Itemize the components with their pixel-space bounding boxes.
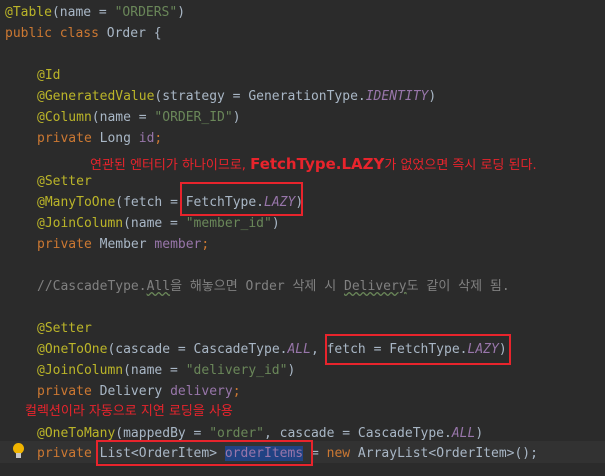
annotation-note-collection-lazy: 컬렉션이라 자동으로 지연 로딩을 사용 [25, 404, 233, 419]
code-line-delivery-field[interactable]: private Delivery delivery; [37, 381, 241, 402]
code-line-id-field[interactable]: private Long id; [37, 128, 162, 149]
lightbulb-icon[interactable] [12, 443, 25, 459]
highlight-box-fetch-lazy-1 [180, 182, 303, 216]
highlight-box-fetch-lazy-2 [325, 334, 511, 365]
code-line-2[interactable]: public class Order { [5, 23, 162, 44]
code-line-join-column-member[interactable]: @JoinColumn(name = "member_id") [37, 213, 280, 234]
annotation-table: @Table [5, 5, 52, 20]
code-line-id-annotation[interactable]: @Id [37, 65, 60, 86]
code-line-join-column-delivery[interactable]: @JoinColumn(name = "delivery_id") [37, 360, 295, 381]
annotation-note-eager-loading: 연관된 엔터티가 하나이므로, FetchType.LAZY가 없었으면 즉시 … [90, 155, 537, 173]
highlight-box-order-items [96, 440, 313, 466]
code-line-1[interactable]: @Table(name = "ORDERS") [5, 2, 185, 23]
code-line-generated-value[interactable]: @GeneratedValue(strategy = GenerationTyp… [37, 86, 436, 107]
code-line-setter-1[interactable]: @Setter [37, 171, 92, 192]
code-line-column[interactable]: @Column(name = "ORDER_ID") [37, 107, 241, 128]
class-name: Order { [106, 26, 162, 41]
code-line-comment[interactable]: //CascadeType.All을 해놓으면 Order 삭제 시 Deliv… [37, 276, 510, 297]
code-editor[interactable]: @Table(name = "ORDERS") public class Ord… [0, 0, 605, 476]
code-line-setter-2[interactable]: @Setter [37, 318, 92, 339]
code-line-member-field[interactable]: private Member member; [37, 234, 209, 255]
